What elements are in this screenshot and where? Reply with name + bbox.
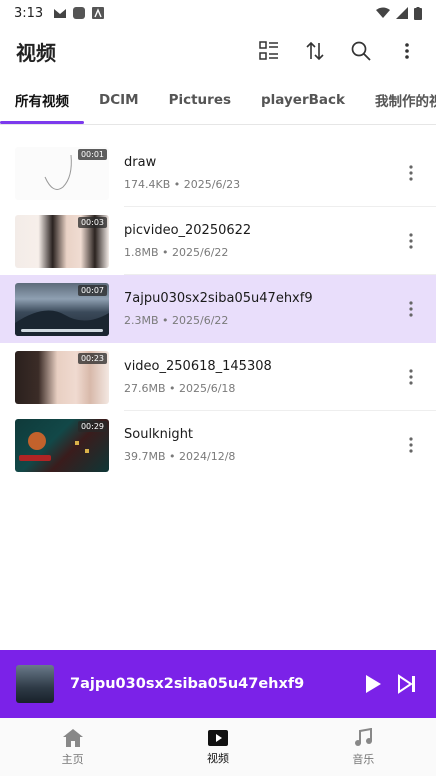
video-size: 39.7MB	[124, 450, 166, 463]
nav-home-label: 主页	[61, 752, 84, 766]
info-separator: •	[169, 382, 176, 395]
video-thumbnail: 00:29	[15, 418, 109, 472]
video-name: draw	[124, 155, 157, 170]
video-size: 174.4KB	[124, 178, 171, 191]
duration-badge: 00:29	[77, 420, 107, 432]
video-thumbnail: 00:01	[15, 146, 109, 200]
view-mode-button[interactable]	[256, 38, 282, 64]
mail-icon	[54, 8, 67, 18]
tab-my-videos[interactable]: 我制作的视频	[360, 76, 436, 124]
sort-button[interactable]	[302, 38, 328, 64]
tab-pictures[interactable]: Pictures	[154, 76, 246, 124]
video-row[interactable]: 00:03 picvideo_20250622 1.8MB • 2025/6/2…	[0, 207, 436, 275]
video-name: picvideo_20250622	[124, 223, 252, 238]
video-more-button[interactable]	[396, 294, 426, 324]
player-title: 7ajpu030sx2siba05u47ehxf9	[70, 676, 305, 692]
video-name: 7ajpu030sx2siba05u47ehxf9	[124, 291, 313, 306]
video-thumbnail: 00:07	[15, 282, 109, 336]
video-more-button[interactable]	[396, 362, 426, 392]
info-separator: •	[162, 246, 169, 259]
more-vert-icon	[409, 165, 413, 181]
video-info: 2.3MB • 2025/6/22	[124, 314, 396, 327]
info-separator: •	[173, 178, 181, 191]
overflow-menu-button[interactable]	[394, 38, 420, 64]
video-date: 2025/6/22	[172, 314, 229, 327]
video-thumbnail: 00:03	[15, 214, 109, 268]
info-separator: •	[162, 314, 169, 327]
wifi-icon	[376, 7, 390, 18]
home-icon	[62, 728, 83, 747]
video-size: 1.8MB	[124, 246, 159, 259]
tab-all-videos[interactable]: 所有视频	[0, 76, 84, 124]
folder-tabs: 所有视频 DCIM Pictures playerBack 我制作的视频	[0, 76, 436, 124]
video-icon	[207, 729, 228, 746]
list-grid-icon	[259, 41, 278, 60]
video-info: 27.6MB • 2025/6/18	[124, 382, 396, 395]
duration-badge: 00:01	[77, 148, 107, 160]
video-more-button[interactable]	[396, 226, 426, 256]
video-date: 2025/6/18	[179, 382, 236, 395]
duration-badge: 00:23	[77, 352, 107, 364]
player-thumbnail	[16, 665, 54, 703]
video-info: 174.4KB • 2025/6/23	[124, 178, 396, 191]
video-size: 27.6MB	[124, 382, 166, 395]
more-vert-icon	[409, 233, 413, 249]
tab-playerback[interactable]: playerBack	[246, 76, 360, 124]
more-vert-icon	[409, 369, 413, 385]
video-row[interactable]: 00:01 draw 174.4KB • 2025/6/23	[0, 139, 436, 207]
more-vert-icon	[409, 301, 413, 317]
app-bar: 视频	[0, 26, 436, 76]
video-name: video_250618_145308	[124, 359, 272, 374]
skip-next-icon	[398, 674, 415, 694]
nav-video[interactable]: 视频	[145, 718, 290, 776]
bottom-navigation: 主页 视频 音乐	[0, 718, 436, 776]
video-thumbnail: 00:23	[15, 350, 109, 404]
page-title: 视频	[16, 40, 56, 65]
video-date: 2025/6/23	[183, 178, 241, 191]
video-row-selected[interactable]: 00:07 7ajpu030sx2siba05u47ehxf9 2.3MB • …	[0, 275, 436, 343]
video-info: 39.7MB • 2024/12/8	[124, 450, 396, 463]
tab-dcim[interactable]: DCIM	[84, 76, 154, 124]
play-button[interactable]	[360, 671, 386, 697]
video-row[interactable]: 00:23 video_250618_145308 27.6MB • 2025/…	[0, 343, 436, 411]
video-name: Soulknight	[124, 427, 194, 442]
battery-icon	[414, 6, 422, 20]
search-button[interactable]	[348, 38, 374, 64]
duration-badge: 00:07	[77, 284, 107, 296]
video-info: 1.8MB • 2025/6/22	[124, 246, 396, 259]
more-vert-icon	[405, 43, 409, 59]
more-vert-icon	[409, 437, 413, 453]
mini-player[interactable]: 7ajpu030sx2siba05u47ehxf9	[0, 650, 436, 718]
music-icon	[355, 727, 373, 746]
video-size: 2.3MB	[124, 314, 159, 327]
nav-music-label: 音乐	[352, 752, 375, 766]
info-separator: •	[169, 450, 176, 463]
play-icon	[366, 675, 381, 693]
video-date: 2024/12/8	[179, 450, 236, 463]
video-date: 2025/6/22	[172, 246, 229, 259]
signal-icon	[396, 7, 408, 19]
next-button[interactable]	[394, 671, 420, 697]
duration-badge: 00:03	[77, 216, 107, 228]
video-row[interactable]: 00:29 Soulknight 39.7MB • 2024/12/8	[0, 411, 436, 479]
nav-video-label: 视频	[206, 751, 229, 765]
status-time: 3:13	[14, 5, 44, 21]
tabs-divider	[0, 124, 436, 125]
video-more-button[interactable]	[396, 158, 426, 188]
video-more-button[interactable]	[396, 430, 426, 460]
nav-home[interactable]: 主页	[0, 718, 145, 776]
nav-music[interactable]: 音乐	[291, 718, 436, 776]
font-a-icon	[92, 6, 105, 19]
video-list: 00:01 draw 174.4KB • 2025/6/23 00:03 pic…	[0, 139, 436, 479]
app-square-icon	[73, 6, 86, 19]
search-icon	[351, 41, 371, 61]
status-bar: 3:13	[0, 0, 436, 26]
sort-icon	[306, 41, 324, 61]
